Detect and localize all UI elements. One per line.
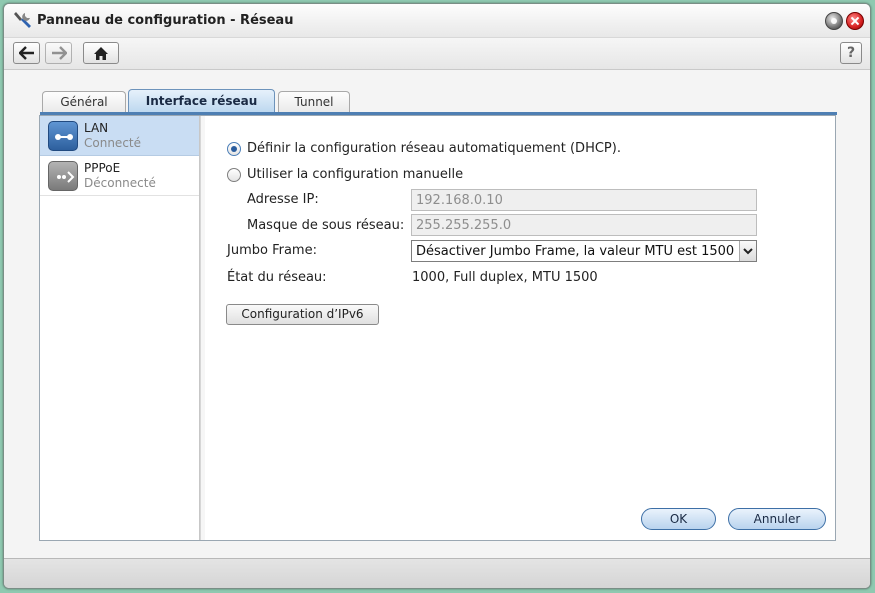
minimize-button[interactable] xyxy=(825,12,843,30)
dhcp-option[interactable]: Définir la configuration réseau automati… xyxy=(227,141,621,156)
close-button[interactable] xyxy=(846,12,864,30)
manual-option[interactable]: Utiliser la configuration manuelle xyxy=(227,167,463,182)
pppoe-icon xyxy=(48,161,78,191)
help-button[interactable]: ? xyxy=(840,42,862,64)
tab-general[interactable]: Général xyxy=(42,91,126,113)
toolbar: ? xyxy=(4,38,870,70)
interface-item-pppoe[interactable]: PPPoE Déconnecté xyxy=(40,156,199,196)
subnet-mask-label: Masque de sous réseau: xyxy=(247,218,405,233)
chevron-down-icon[interactable] xyxy=(739,241,756,261)
home-button[interactable] xyxy=(83,42,119,64)
interface-item-lan[interactable]: LAN Connecté xyxy=(40,116,199,156)
ip-address-label: Adresse IP: xyxy=(247,192,319,207)
window-title: Panneau de configuration - Réseau xyxy=(37,13,294,28)
home-icon xyxy=(94,46,108,60)
title-bar[interactable]: Panneau de configuration - Réseau xyxy=(4,4,870,38)
manual-radio-label: Utiliser la configuration manuelle xyxy=(247,167,464,182)
interface-list: LAN Connecté PPPoE Déconnecté xyxy=(40,116,205,540)
control-panel-window: Panneau de configuration - Réseau ? Géné… xyxy=(3,3,871,589)
forward-button[interactable] xyxy=(45,42,72,64)
ipv6-config-button[interactable]: Configuration d’IPv6 xyxy=(226,304,379,325)
jumbo-frame-select[interactable]: Désactiver Jumbo Frame, la valeur MTU es… xyxy=(411,240,757,262)
subnet-mask-field[interactable]: 255.255.255.0 xyxy=(411,214,757,236)
dhcp-radio[interactable] xyxy=(227,141,241,156)
tab-network-interface[interactable]: Interface réseau xyxy=(128,89,275,113)
back-button[interactable] xyxy=(13,42,40,64)
cancel-button[interactable]: Annuler xyxy=(728,508,826,530)
interface-status: Déconnecté xyxy=(84,176,156,190)
ip-address-field[interactable]: 192.168.0.10 xyxy=(411,189,757,211)
dhcp-radio-label: Définir la configuration réseau automati… xyxy=(247,141,621,156)
ok-button[interactable]: OK xyxy=(641,508,716,530)
content-area: Général Interface réseau Tunnel LAN Conn… xyxy=(4,70,870,558)
control-panel-icon xyxy=(14,12,31,28)
network-status-value: 1000, Full duplex, MTU 1500 xyxy=(412,270,598,285)
interface-settings-form: Définir la configuration réseau automati… xyxy=(207,116,835,540)
network-status-label: État du réseau: xyxy=(227,270,327,285)
status-bar xyxy=(4,558,870,588)
tab-tunnel[interactable]: Tunnel xyxy=(278,91,350,113)
manual-radio[interactable] xyxy=(227,167,241,182)
arrow-right-icon xyxy=(51,46,67,60)
jumbo-frame-label: Jumbo Frame: xyxy=(227,243,317,258)
interface-name: PPPoE xyxy=(84,161,121,175)
network-interface-panel: LAN Connecté PPPoE Déconnecté Définir la… xyxy=(39,115,836,541)
lan-icon xyxy=(48,121,78,151)
arrow-left-icon xyxy=(18,46,34,60)
interface-status: Connecté xyxy=(84,136,141,150)
jumbo-frame-value: Désactiver Jumbo Frame, la valeur MTU es… xyxy=(416,244,735,259)
interface-name: LAN xyxy=(84,121,109,135)
